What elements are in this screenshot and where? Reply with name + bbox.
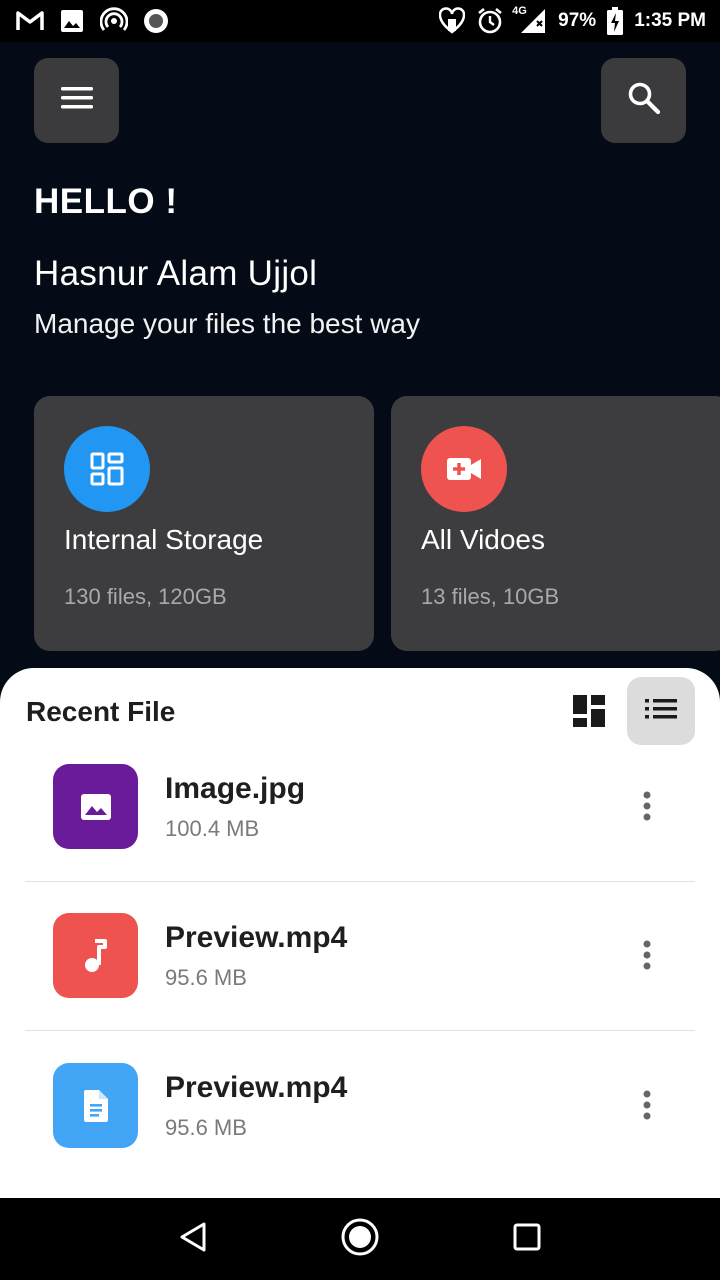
more-options-button[interactable]	[632, 937, 662, 977]
image-icon	[53, 764, 138, 849]
recent-file-title: Recent File	[26, 696, 176, 727]
more-vert-icon	[642, 1090, 652, 1125]
file-name: Preview.mp4	[165, 1071, 348, 1104]
signal-icon: 4G	[512, 5, 548, 35]
network-type: 4G	[512, 5, 527, 17]
menu-button[interactable]	[34, 58, 119, 143]
file-size: 100.4 MB	[165, 816, 260, 841]
recents-button[interactable]	[502, 1214, 552, 1264]
hamburger-menu-icon	[60, 86, 94, 115]
user-name: Hasnur Alam Ujjol	[34, 254, 318, 293]
status-bar-right: 4G 97% 1:35 PM	[438, 5, 706, 35]
tagline: Manage your files the best way	[34, 308, 420, 339]
status-bar-left	[16, 7, 170, 35]
list-item[interactable]: Preview.mp4 95.6 MB	[25, 913, 695, 1061]
recents-square-icon	[512, 1222, 542, 1257]
status-bar: 4G 97% 1:35 PM	[0, 0, 720, 42]
clock: 1:35 PM	[634, 10, 706, 31]
grid-view-button[interactable]	[570, 692, 608, 730]
record-icon	[142, 7, 170, 35]
dashboard-grid-icon	[570, 695, 608, 734]
gmail-icon	[16, 7, 44, 35]
more-vert-icon	[642, 940, 652, 975]
document-icon	[53, 1063, 138, 1148]
file-name: Preview.mp4	[165, 921, 348, 954]
card-title: Internal Storage	[64, 524, 264, 555]
list-item[interactable]: Image.jpg 100.4 MB	[25, 764, 695, 912]
internal-storage-card[interactable]: Internal Storage 130 files, 120GB	[34, 396, 374, 651]
music-note-icon	[53, 913, 138, 998]
more-options-button[interactable]	[632, 1087, 662, 1127]
file-size: 95.6 MB	[165, 1115, 247, 1140]
storage-icon	[64, 426, 150, 512]
back-button[interactable]	[168, 1214, 218, 1264]
more-options-button[interactable]	[632, 788, 662, 828]
heart-shield-icon	[438, 7, 466, 35]
divider	[25, 881, 695, 882]
home-circle-icon	[340, 1217, 380, 1262]
image-icon	[58, 7, 86, 35]
list-icon	[644, 697, 678, 726]
file-size: 95.6 MB	[165, 965, 247, 990]
card-subtitle: 130 files, 120GB	[64, 584, 227, 609]
back-triangle-icon	[178, 1221, 208, 1258]
card-subtitle: 13 files, 10GB	[421, 584, 560, 609]
battery-charging-icon	[606, 7, 624, 35]
video-add-icon	[421, 426, 507, 512]
all-videos-card[interactable]: All Vidoes 13 files, 10GB	[391, 396, 720, 651]
battery-percent: 97%	[558, 10, 597, 31]
search-button[interactable]	[601, 58, 686, 143]
hotspot-icon	[100, 7, 128, 35]
divider	[25, 1030, 695, 1031]
recent-files-sheet: Recent File Image.jpg 100.4 MB Preview.m…	[0, 668, 720, 1198]
home-button[interactable]	[335, 1214, 385, 1264]
card-title: All Vidoes	[421, 524, 546, 555]
list-item[interactable]: Preview.mp4 95.6 MB	[25, 1063, 695, 1211]
list-view-button[interactable]	[627, 677, 695, 745]
system-nav-bar	[0, 1198, 720, 1280]
alarm-icon	[476, 7, 504, 35]
more-vert-icon	[642, 791, 652, 826]
search-icon	[627, 81, 661, 120]
file-name: Image.jpg	[165, 772, 306, 805]
greeting-text: HELLO !	[34, 182, 178, 221]
